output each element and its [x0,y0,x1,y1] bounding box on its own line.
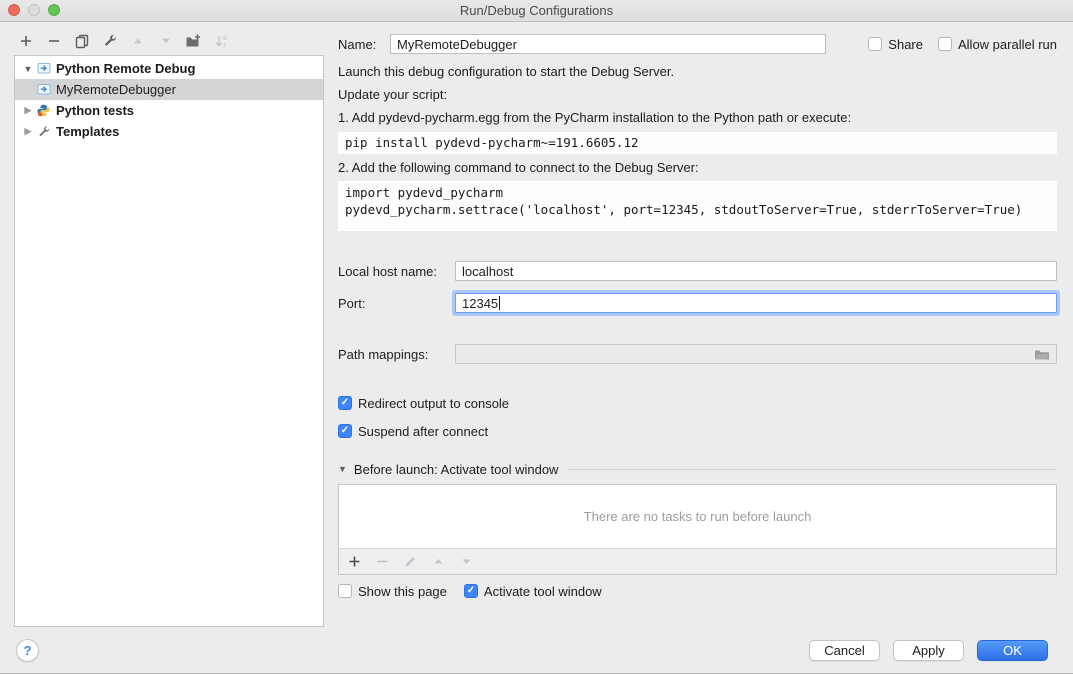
intro-text: Launch this debug configuration to start… [338,64,1057,80]
svg-text:a: a [223,35,227,42]
path-mappings-input[interactable] [455,344,1057,364]
checkbox-unchecked-icon[interactable] [338,584,352,598]
empty-tasks-message: There are no tasks to run before launch [339,485,1056,549]
name-label: Name: [338,37,390,52]
before-launch-task-list: There are no tasks to run before launch [338,484,1057,575]
tree-item-python-remote-debug[interactable]: ▼ Python Remote Debug [15,58,323,79]
activate-tool-window-label: Activate tool window [484,584,602,599]
move-down-icon [157,32,174,49]
folder-browse-icon[interactable] [1034,348,1050,361]
configurations-tree: ▼ Python Remote Debug [14,55,324,627]
tree-toolbar: a z [14,22,324,55]
local-host-name-input[interactable] [455,261,1057,281]
move-task-down-icon [458,553,475,570]
allow-parallel-run-checkbox[interactable]: Allow parallel run [938,37,1057,52]
close-button[interactable] [8,4,20,16]
checkbox-checked-icon[interactable] [338,396,352,410]
port-label: Port: [338,296,455,311]
port-value: 12345 [462,296,498,311]
text-caret [499,296,500,310]
python-tests-icon [37,104,52,118]
local-host-name-label: Local host name: [338,264,455,279]
cancel-button[interactable]: Cancel [809,640,880,661]
step2-text: 2. Add the following command to connect … [338,160,1057,176]
left-pane: a z ▼ Python Remote Debug [14,22,324,673]
step1-text: 1. Add pydevd-pycharm.egg from the PyCha… [338,110,1057,126]
redirect-output-label: Redirect output to console [358,396,509,411]
show-this-page-checkbox[interactable]: Show this page [338,584,447,599]
name-input[interactable] [390,34,826,54]
edit-task-pencil-icon [402,553,419,570]
window-title: Run/Debug Configurations [460,3,613,18]
activate-tool-window-checkbox[interactable]: Activate tool window [464,584,602,599]
name-row-checkboxes: Share Allow parallel run [868,37,1057,52]
add-icon[interactable] [17,32,34,49]
before-launch-header[interactable]: ▼ Before launch: Activate tool window [338,462,1057,476]
move-task-up-icon [430,553,447,570]
configuration-form: Name: Share Allow parallel run Launch th… [324,22,1073,673]
allow-parallel-run-label: Allow parallel run [958,37,1057,52]
checkbox-checked-icon[interactable] [464,584,478,598]
port-input[interactable]: 12345 [455,293,1057,313]
checkbox-checked-icon[interactable] [338,424,352,438]
suspend-after-connect-checkbox[interactable]: Suspend after connect [338,423,1057,439]
ok-button[interactable]: OK [977,640,1048,661]
add-task-icon[interactable] [346,553,363,570]
share-checkbox[interactable]: Share [868,37,923,52]
settrace-code-block: import pydevd_pycharm pydevd_pycharm.set… [338,181,1057,231]
tree-item-label: Templates [56,124,119,139]
checkbox-unchecked-icon[interactable] [938,37,952,51]
remote-debug-config-icon [37,83,52,97]
expander-open-icon[interactable]: ▼ [338,464,347,474]
update-script-text: Update your script: [338,87,1057,103]
expander-closed-icon[interactable]: ▶ [22,126,34,137]
remote-debug-config-icon [37,62,52,76]
edit-defaults-wrench-icon[interactable] [101,32,118,49]
share-label: Share [888,37,923,52]
traffic-lights [8,4,60,16]
dialog-body: a z ▼ Python Remote Debug [0,22,1073,673]
expander-open-icon[interactable]: ▼ [22,64,34,74]
help-button[interactable]: ? [16,639,39,662]
dialog-buttons: Cancel Apply OK [338,640,1048,661]
minimize-button [28,4,40,16]
title-bar: Run/Debug Configurations [0,0,1073,22]
task-list-toolbar [339,549,1056,574]
redirect-output-checkbox[interactable]: Redirect output to console [338,395,1057,411]
tree-item-python-tests[interactable]: ▶ Python tests [15,100,323,121]
tree-item-templates[interactable]: ▶ Templates [15,121,323,142]
run-debug-configurations-dialog: Run/Debug Configurations [0,0,1073,674]
before-launch-label: Before launch: Activate tool window [354,462,559,477]
apply-button[interactable]: Apply [893,640,964,661]
remove-icon[interactable] [45,32,62,49]
templates-wrench-icon [37,125,52,139]
tree-item-myremotedebugger[interactable]: MyRemoteDebugger [15,79,323,100]
move-up-icon [129,32,146,49]
copy-icon[interactable] [73,32,90,49]
expander-closed-icon[interactable]: ▶ [22,105,34,116]
code-line: import pydevd_pycharm [345,184,1050,201]
zoom-button[interactable] [48,4,60,16]
checkbox-unchecked-icon[interactable] [868,37,882,51]
help-area: ? [14,627,324,673]
separator-line [568,469,1057,470]
suspend-after-connect-label: Suspend after connect [358,424,488,439]
svg-text:z: z [223,42,227,49]
code-line: pydevd_pycharm.settrace('localhost', por… [345,201,1050,218]
remove-task-icon [374,553,391,570]
show-this-page-label: Show this page [358,584,447,599]
sort-alphabetically-icon: a z [213,32,230,49]
path-mappings-label: Path mappings: [338,347,455,362]
tree-item-label: Python tests [56,103,134,118]
tree-item-label: Python Remote Debug [56,61,195,76]
pip-install-code-block: pip install pydevd-pycharm~=191.6605.12 [338,132,1057,154]
new-folder-icon[interactable] [185,32,202,49]
tree-item-label: MyRemoteDebugger [56,82,176,97]
